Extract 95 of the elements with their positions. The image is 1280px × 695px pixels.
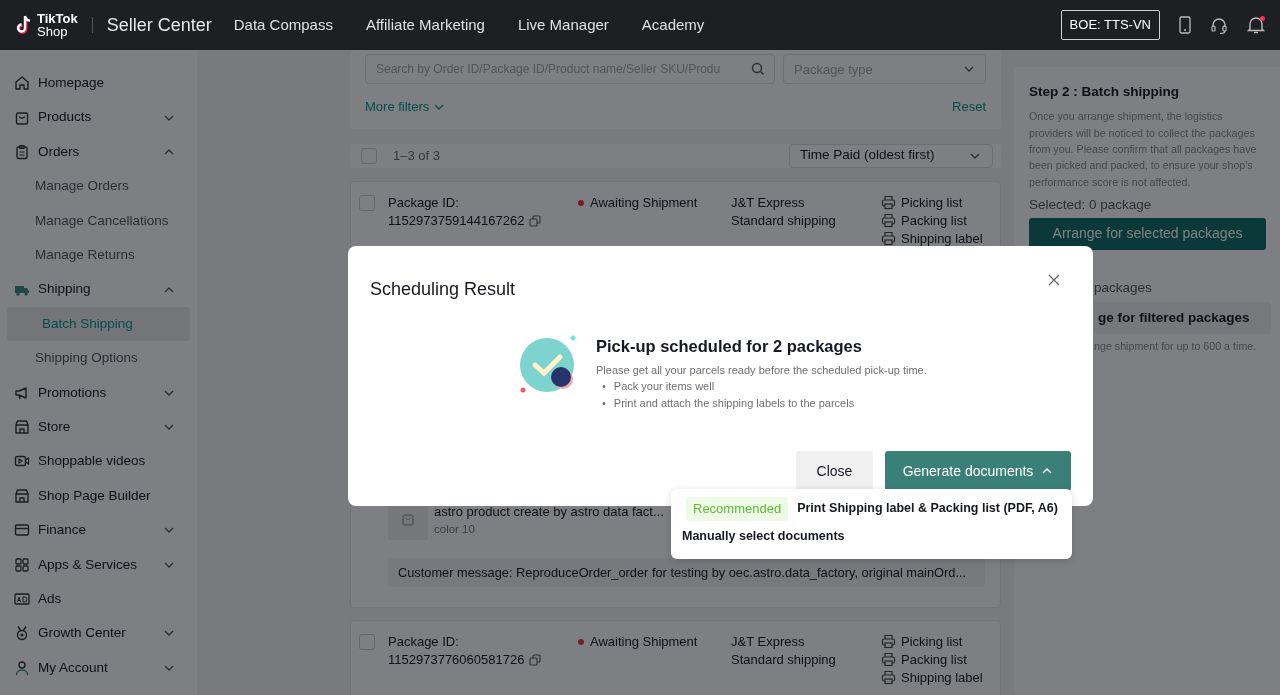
megaphone-icon — [14, 384, 30, 401]
sidebar-item[interactable]: Finance — [0, 513, 190, 548]
product-name: astro product create by astro data fact... — [434, 502, 664, 521]
result-message: Please get all your parcels ready before the scheduled pick-up time. — [596, 362, 927, 378]
person-icon — [14, 659, 30, 676]
close-button[interactable]: Close — [796, 451, 873, 492]
card-icon — [14, 522, 30, 539]
package-id: 1152973776060581726 — [388, 650, 525, 669]
nav-link[interactable]: Affiliate Marketing — [365, 13, 485, 37]
arrange-selected-button[interactable]: Arrange for selected packages — [1029, 217, 1266, 250]
sidebar-item[interactable]: Growth Center — [0, 616, 190, 651]
bullet-mark: • — [602, 379, 606, 395]
document-link[interactable]: Picking list — [881, 193, 983, 212]
shipping-service: Standard shipping — [731, 211, 837, 230]
sidebar-item[interactable]: Shop Page Builder — [0, 478, 190, 514]
copy-icon[interactable] — [529, 214, 542, 227]
sidebar-item[interactable]: Store — [0, 409, 190, 445]
phone-icon[interactable] — [1178, 16, 1192, 34]
grid-icon — [14, 556, 30, 573]
sidebar-subitem[interactable]: Manage Cancellations — [0, 203, 190, 238]
more-filters-link[interactable]: More filters — [365, 97, 447, 117]
carrier-name: J&T Express — [731, 193, 806, 212]
tip-item: Print and attach the shipping labels to the parcels — [613, 395, 855, 411]
customer-message: Customer message: ReproduceOrder_order for testing by oec.astro.data_factory, original mainOrd... — [388, 557, 985, 587]
sidebar-item[interactable]: Products — [0, 100, 190, 135]
copy-icon[interactable] — [529, 653, 542, 666]
bullet-mark: • — [602, 395, 606, 411]
recommended-tag: Recommended — [686, 497, 789, 521]
package-id: 1152973759144167262 — [388, 211, 525, 230]
arrange-filtered-button[interactable]: ge for filtered packages — [1094, 301, 1271, 334]
panel-title: Step 2 : Batch shipping — [1029, 83, 1180, 101]
sidebar-item[interactable]: Orders — [0, 134, 190, 170]
sidebar-item[interactable]: Homepage — [0, 66, 190, 101]
menu-item[interactable]: Manually select documents — [682, 520, 1061, 550]
close-icon[interactable] — [1047, 273, 1061, 287]
logo-subtitle: Shop — [37, 25, 69, 38]
printer-icon — [881, 670, 896, 686]
document-link[interactable]: Packing list — [881, 211, 983, 230]
bell-icon[interactable] — [1246, 15, 1266, 35]
filtered-label: packages — [1094, 278, 1153, 297]
product-title: Seller Center — [106, 13, 212, 37]
package-checkbox[interactable] — [359, 194, 375, 211]
ad-icon — [14, 591, 30, 608]
package-id-label: Package ID: — [388, 193, 460, 212]
printer-icon — [881, 213, 896, 228]
modal-title: Scheduling Result — [370, 278, 516, 301]
printer-icon — [881, 634, 896, 650]
tip-item: Pack your items well — [613, 379, 715, 395]
account-button[interactable]: BOE: TTS-VN — [1060, 10, 1160, 40]
printer-icon — [881, 195, 896, 210]
selected-count: Selected: 0 package — [1029, 196, 1153, 215]
result-heading: Pick-up scheduled for 2 packages — [596, 336, 863, 357]
status-dot — [578, 199, 584, 206]
package-checkbox[interactable] — [359, 633, 375, 650]
shipping-service: Standard shipping — [731, 650, 837, 669]
select-all-checkbox[interactable] — [361, 147, 377, 164]
sidebar-item[interactable]: Shoppable videos — [0, 444, 190, 479]
carrier-name: J&T Express — [731, 632, 806, 651]
bag-icon — [14, 109, 30, 126]
store-icon — [14, 419, 30, 436]
search-icon — [751, 62, 765, 76]
sort-select[interactable]: Time Paid (oldest first) — [789, 143, 993, 168]
headset-icon[interactable] — [1210, 16, 1228, 34]
sidebar-item[interactable]: Ads — [0, 581, 190, 617]
menu-item[interactable]: Recommended Print Shipping label & Packing list (PDF, A6) — [682, 497, 1061, 521]
home-icon — [14, 75, 30, 92]
success-checkmark-drawing — [519, 334, 579, 394]
package-id-label: Package ID: — [388, 632, 460, 651]
sidebar-item[interactable]: Shipping — [0, 272, 190, 307]
reset-link[interactable]: Reset — [952, 97, 986, 117]
nav-link[interactable]: Academy — [641, 13, 705, 37]
document-link[interactable]: Packing list — [881, 650, 983, 669]
status-text: Awaiting Shipment — [590, 632, 698, 651]
generate-documents-button[interactable]: Generate documents — [885, 451, 1071, 492]
sidebar-subitem[interactable]: Manage Returns — [0, 237, 190, 273]
clipboard-icon — [14, 143, 30, 160]
document-link[interactable]: Shipping label — [881, 668, 983, 687]
status-text: Awaiting Shipment — [590, 193, 698, 212]
logo-title: TikTok — [37, 12, 78, 25]
sidebar-item[interactable]: Apps & Services — [0, 547, 190, 582]
document-link[interactable]: Shipping label — [881, 229, 983, 248]
medal-icon — [14, 625, 30, 642]
sidebar-subitem[interactable]: Shipping Options — [0, 341, 190, 376]
sidebar-item[interactable]: Promotions — [0, 375, 190, 410]
bag-icon — [402, 513, 414, 526]
store-icon — [14, 487, 30, 504]
sidebar-subitem[interactable]: Manage Orders — [0, 169, 190, 204]
status-dot — [578, 638, 584, 645]
result-count: 1–3 of 3 — [393, 146, 440, 165]
nav-link[interactable]: Data Compass — [233, 13, 333, 37]
document-link[interactable]: Picking list — [881, 632, 983, 651]
sidebar-item[interactable]: My Account — [0, 650, 190, 686]
nav-link[interactable]: Live Manager — [517, 13, 609, 37]
printer-icon — [881, 652, 896, 668]
product-variant: color 10 — [434, 522, 476, 537]
